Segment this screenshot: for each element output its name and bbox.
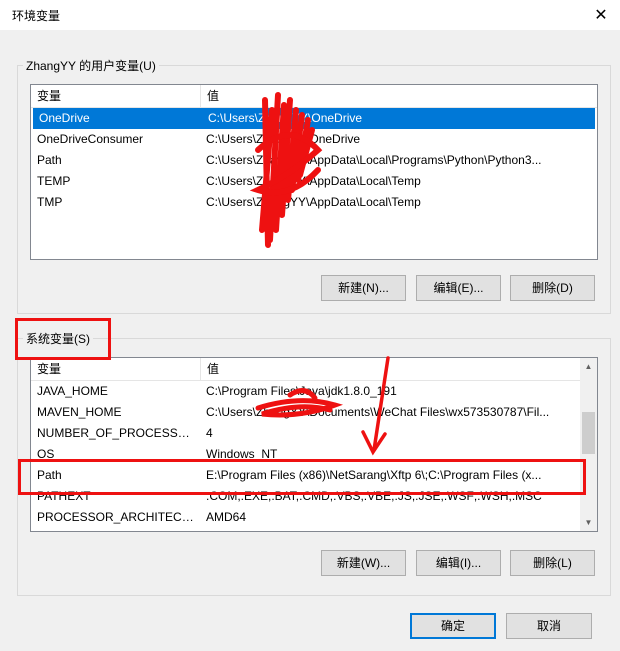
arrow-down-icon xyxy=(361,356,390,456)
redaction-scribble-icon xyxy=(249,92,323,248)
redaction-scribble-icon xyxy=(255,388,344,418)
annotation-scribbles xyxy=(249,92,390,456)
